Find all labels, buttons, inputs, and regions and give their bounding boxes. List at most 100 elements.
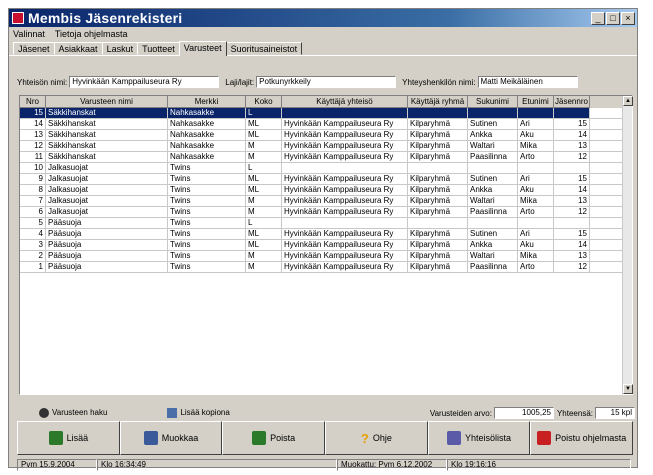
- add-button-label: Lisää: [66, 433, 89, 443]
- table-cell: 1: [20, 262, 46, 272]
- column-header[interactable]: Käyttäjä yhteisö: [282, 96, 408, 108]
- table-cell: Kilparyhmä: [408, 174, 468, 184]
- edit-button[interactable]: Muokkaa: [119, 421, 223, 455]
- tab-suoritusaineistot[interactable]: Suoritusaineistot: [225, 42, 303, 55]
- club-label: Yhteisön nimi:: [17, 77, 68, 87]
- table-cell: Pääsuoja: [46, 218, 168, 228]
- table-row[interactable]: 2 Pääsuoja Twins M Hyvinkään Kamppailuseura …: [20, 251, 632, 262]
- maximize-button[interactable]: □: [606, 11, 620, 25]
- table-row[interactable]: 6 Jalkasuojat Twins M Hyvinkään Kamppailuseu…: [20, 207, 632, 218]
- table-cell: Arto: [518, 262, 554, 272]
- table-row[interactable]: 14 Säkkihanskat Nahkasakke ML Hyvinkään Kamp…: [20, 119, 632, 130]
- add-button[interactable]: Lisää: [17, 421, 120, 455]
- table-row[interactable]: 11 Säkkihanskat Nahkasakke M Hyvinkään Kampp…: [20, 152, 632, 163]
- table-cell: Arto: [518, 207, 554, 217]
- table-cell: Säkkihanskat: [46, 152, 168, 162]
- app-window: Membis Jäsenrekisteri _ □ × Valinnat Tie…: [8, 8, 638, 471]
- table-cell: Kilparyhmä: [408, 141, 468, 151]
- table-cell: [408, 218, 468, 228]
- edit-button-label: Muokkaa: [161, 433, 199, 443]
- table-cell: 8: [20, 185, 46, 195]
- table-cell: 2: [20, 251, 46, 261]
- scroll-down-button[interactable]: ▼: [623, 384, 633, 394]
- tab-varusteet[interactable]: Varusteet: [178, 41, 227, 56]
- table-row[interactable]: 12 Säkkihanskat Nahkasakke M Hyvinkään Kampp…: [20, 141, 632, 152]
- table-cell: Nahkasakke: [168, 108, 246, 118]
- table-row[interactable]: 15 Säkkihanskat Nahkasakke L: [20, 108, 632, 119]
- column-header[interactable]: Jäsennro: [554, 96, 590, 108]
- table-row[interactable]: 5 Pääsuoja Twins L: [20, 218, 632, 229]
- copy-add-button[interactable]: Lisää kopiona: [167, 408, 230, 418]
- binoculars-icon: [39, 408, 49, 418]
- status-modified: Muokattu: Pvm 6.12.2002: [337, 459, 447, 471]
- table-row[interactable]: 8 Jalkasuojat Twins ML Hyvinkään Kamppailuse…: [20, 185, 632, 196]
- tab-strip: Jäsenet Asiakkaat Laskut Tuotteet Varust…: [9, 40, 637, 56]
- table-row[interactable]: 10 Jalkasuojat Twins L: [20, 163, 632, 174]
- table-cell: 5: [20, 218, 46, 228]
- table-cell: 12: [554, 262, 590, 272]
- table-cell: 11: [20, 152, 46, 162]
- table-row[interactable]: 4 Pääsuoja Twins ML Hyvinkään Kamppailuseura…: [20, 229, 632, 240]
- help-button[interactable]: ? Ohje: [325, 421, 428, 455]
- column-header[interactable]: Käyttäjä ryhmä: [408, 96, 468, 108]
- table-cell: [554, 163, 590, 173]
- table-cell: L: [246, 108, 282, 118]
- table-cell: 14: [554, 240, 590, 250]
- scroll-up-button[interactable]: ▲: [623, 96, 633, 106]
- menu-valinnat[interactable]: Valinnat: [13, 29, 45, 39]
- tab-laskut[interactable]: Laskut: [101, 42, 139, 55]
- minimize-button[interactable]: _: [591, 11, 605, 25]
- help-icon: ?: [360, 430, 369, 446]
- table-cell: [282, 218, 408, 228]
- tab-asiakkaat[interactable]: Asiakkaat: [53, 42, 103, 55]
- vertical-scrollbar[interactable]: ▲ ▼: [622, 96, 633, 394]
- delete-button[interactable]: Poista: [222, 421, 326, 455]
- table-cell: 15: [554, 119, 590, 129]
- equipment-table[interactable]: Nro Varusteen nimi Merkki Koko Käyttäjä yhte…: [19, 95, 633, 395]
- column-header[interactable]: Sukunimi: [468, 96, 518, 108]
- column-header[interactable]: Koko: [246, 96, 282, 108]
- table-row[interactable]: 7 Jalkasuojat Twins M Hyvinkään Kamppailuseu…: [20, 196, 632, 207]
- tab-tuotteet[interactable]: Tuotteet: [137, 42, 180, 55]
- copy-add-label: Lisää kopiona: [180, 408, 230, 418]
- table-row[interactable]: 13 Säkkihanskat Nahkasakke ML Hyvinkään Kamp…: [20, 130, 632, 141]
- table-cell: M: [246, 207, 282, 217]
- table-cell: Aku: [518, 240, 554, 250]
- table-row[interactable]: 1 Pääsuoja Twins M Hyvinkään Kamppailuseura …: [20, 262, 632, 273]
- info-bar: Yhteisön nimi: Hyvinkään Kamppailuseura …: [17, 75, 631, 89]
- table-row[interactable]: 3 Pääsuoja Twins ML Hyvinkään Kamppailuseura…: [20, 240, 632, 251]
- table-cell: [282, 108, 408, 118]
- contacts-button[interactable]: Yhteisölista: [427, 421, 531, 455]
- table-cell: Säkkihanskat: [46, 119, 168, 129]
- delete-button-label: Poista: [270, 433, 296, 443]
- help-button-label: Ohje: [372, 433, 392, 443]
- search-equipment[interactable]: Varusteen haku: [39, 408, 107, 418]
- column-header[interactable]: Etunimi: [518, 96, 554, 108]
- menu-tietoja[interactable]: Tietoja ohjelmasta: [55, 29, 128, 39]
- list-icon: [447, 431, 461, 445]
- sport-label: Laji/lajit:: [225, 77, 255, 87]
- table-cell: Twins: [168, 207, 246, 217]
- table-cell: M: [246, 196, 282, 206]
- table-cell: 10: [20, 163, 46, 173]
- table-cell: Kilparyhmä: [408, 240, 468, 250]
- close-button[interactable]: ×: [621, 11, 635, 25]
- table-cell: L: [246, 218, 282, 228]
- table-cell: 9: [20, 174, 46, 184]
- table-cell: Hyvinkään Kamppailuseura Ry: [282, 251, 408, 261]
- table-cell: ML: [246, 119, 282, 129]
- table-row[interactable]: 9 Jalkasuojat Twins ML Hyvinkään Kamppailuse…: [20, 174, 632, 185]
- tab-jasenet[interactable]: Jäsenet: [13, 42, 55, 55]
- table-cell: Hyvinkään Kamppailuseura Ry: [282, 185, 408, 195]
- table-cell: Säkkihanskat: [46, 108, 168, 118]
- menu-bar: Valinnat Tietoja ohjelmasta: [9, 27, 637, 40]
- exit-button[interactable]: Poistu ohjelmasta: [530, 421, 634, 455]
- table-cell: ML: [246, 174, 282, 184]
- column-header[interactable]: Merkki: [168, 96, 246, 108]
- table-cell: Ankka: [468, 185, 518, 195]
- table-cell: Kilparyhmä: [408, 196, 468, 206]
- column-header[interactable]: Nro: [20, 96, 46, 108]
- column-header[interactable]: Varusteen nimi: [46, 96, 168, 108]
- status-time: Klo 16:34:49: [97, 459, 337, 471]
- table-cell: Kilparyhmä: [408, 262, 468, 272]
